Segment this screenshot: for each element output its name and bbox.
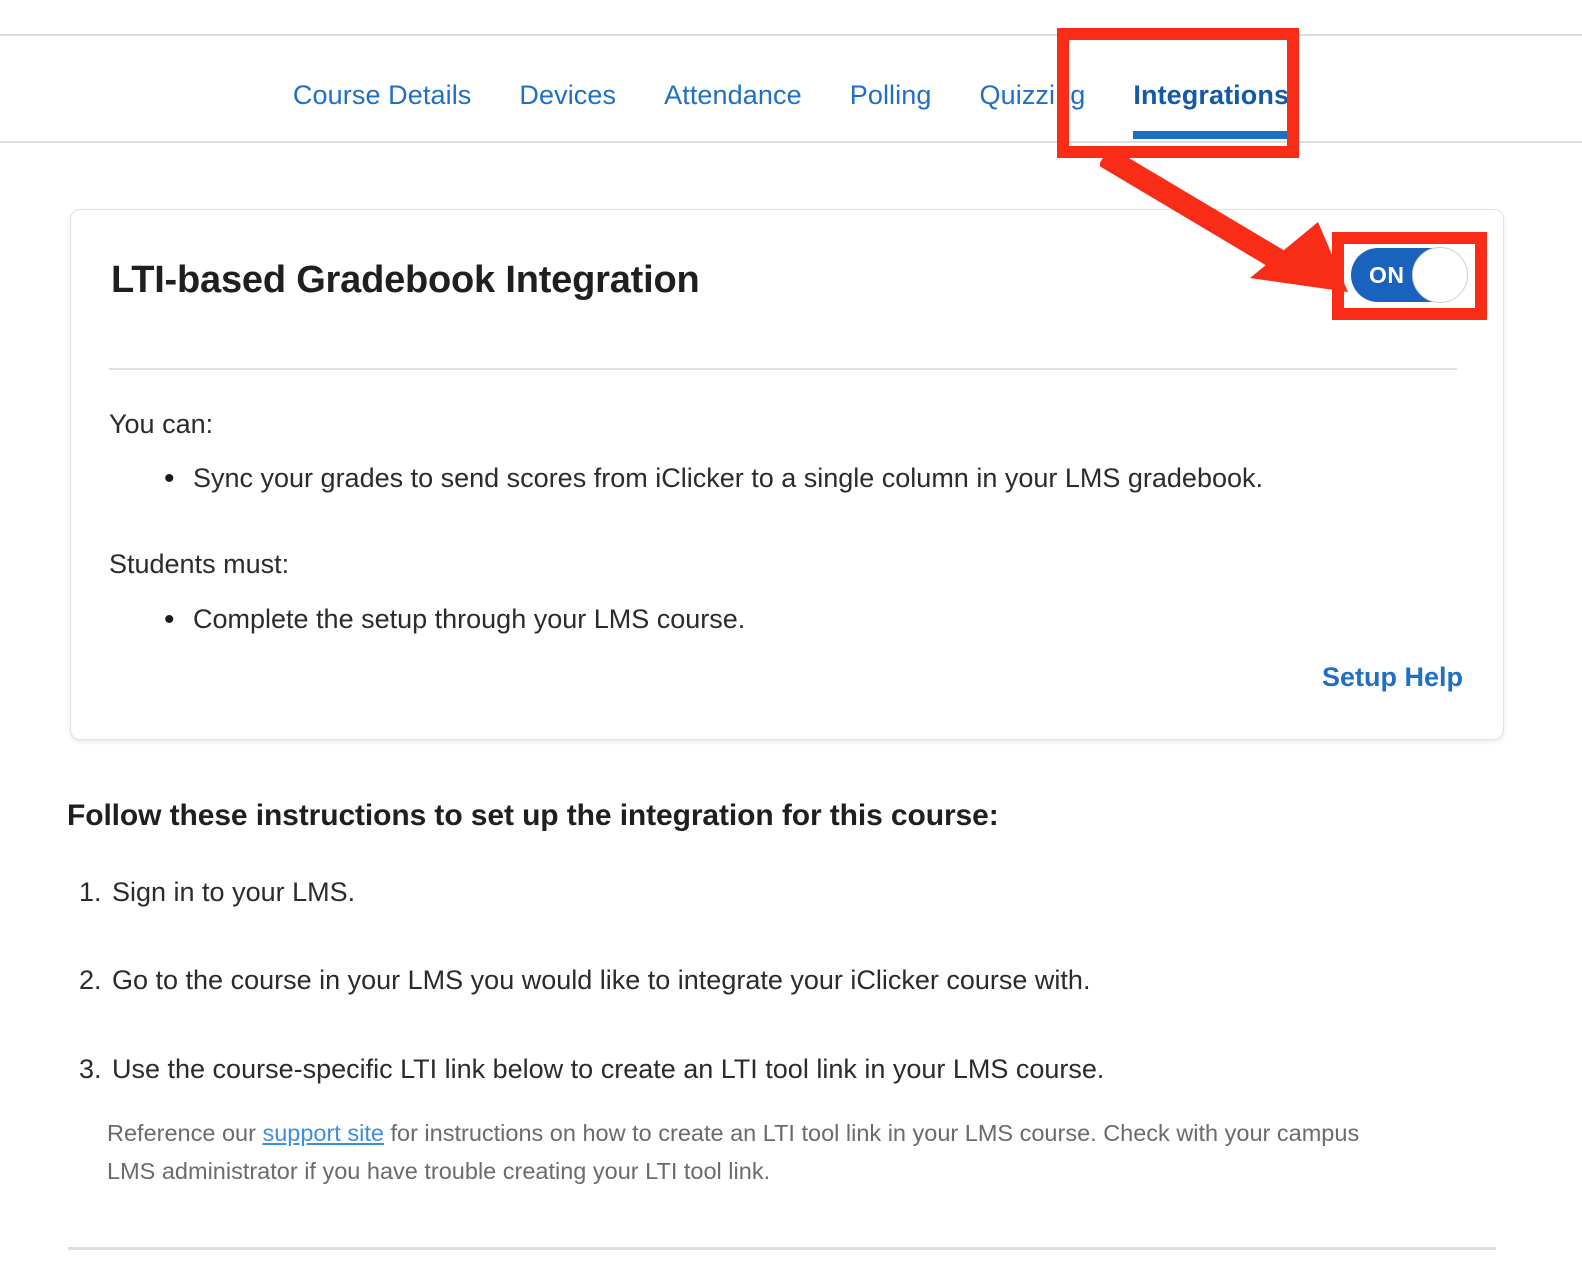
toggle-state-label: ON [1369,248,1405,302]
reference-paragraph: Reference our support site for instructi… [107,1115,1397,1190]
instructions-heading: Follow these instructions to set up the … [67,799,999,833]
step-number: 2. [79,962,102,998]
lti-gradebook-integration-card: LTI-based Gradebook Integration ON You c… [70,209,1504,740]
tab-course-details-label: Course Details [293,80,471,110]
you-can-list: Sync your grades to send scores from iCl… [109,460,1463,498]
course-settings-tabbar: Course Details Devices Attendance Pollin… [0,36,1582,141]
tab-integrations[interactable]: Integrations [1133,36,1289,111]
list-item: 2. Go to the course in your LMS you woul… [67,962,1467,998]
lti-integration-toggle[interactable]: ON [1351,248,1466,302]
tab-active-underline [1133,131,1289,139]
step-text: Go to the course in your LMS you would l… [112,965,1090,995]
list-item: Complete the setup through your LMS cour… [109,601,1463,639]
students-must-label: Students must: [109,546,1463,582]
card-title: LTI-based Gradebook Integration [111,259,699,302]
list-item: 3. Use the course-specific LTI link belo… [67,1051,1467,1087]
tab-course-details[interactable]: Course Details [293,36,471,111]
list-item: Sync your grades to send scores from iCl… [109,460,1463,498]
you-can-label: You can: [109,406,1463,442]
tab-quizzing[interactable]: Quizzing [980,36,1086,111]
tab-polling-label: Polling [850,80,932,110]
support-site-link[interactable]: support site [262,1120,383,1146]
tab-integrations-label: Integrations [1133,80,1289,110]
step-number: 3. [79,1051,102,1087]
tab-devices-label: Devices [519,80,616,110]
step-number: 1. [79,874,102,910]
tab-devices[interactable]: Devices [519,36,616,111]
step-text: Sign in to your LMS. [112,877,355,907]
tab-attendance-label: Attendance [664,80,802,110]
section-bottom-divider [68,1247,1496,1250]
toggle-knob [1412,247,1468,303]
students-must-list: Complete the setup through your LMS cour… [109,601,1463,639]
tab-polling[interactable]: Polling [850,36,932,111]
card-header-divider [109,368,1457,370]
setup-help-link[interactable]: Setup Help [1322,662,1463,693]
list-item: 1. Sign in to your LMS. [67,874,1467,910]
tab-attendance[interactable]: Attendance [664,36,802,111]
tab-quizzing-label: Quizzing [980,80,1086,110]
card-body: You can: Sync your grades to send scores… [109,406,1463,638]
step-text: Use the course-specific LTI link below t… [112,1054,1104,1084]
reference-text-before: Reference our [107,1120,262,1146]
instructions-steps-list: 1. Sign in to your LMS. 2. Go to the cou… [67,874,1467,1139]
tabbar-bottom-divider [0,141,1582,143]
